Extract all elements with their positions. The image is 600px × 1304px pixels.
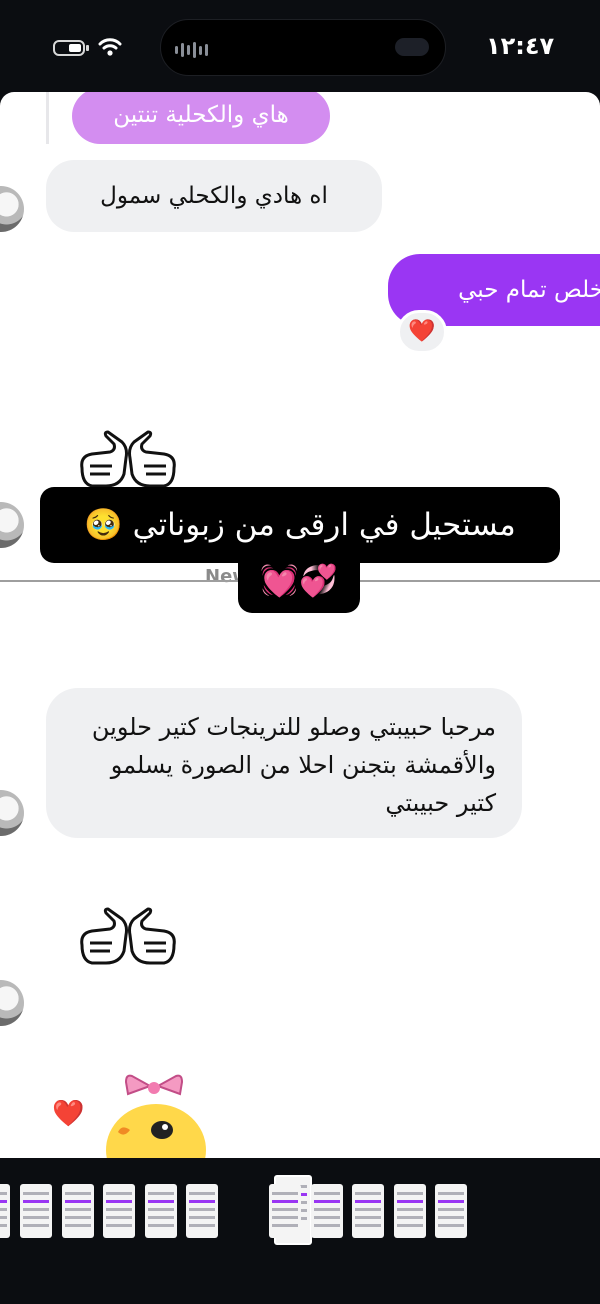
incoming-message[interactable]: اه هادي والكحلي سمول	[46, 160, 382, 232]
pointing-hands-sticker[interactable]	[76, 907, 180, 969]
duck-sticker[interactable]	[96, 1072, 206, 1158]
wifi-icon	[98, 38, 122, 56]
pointing-hands-sticker[interactable]	[76, 430, 180, 492]
screenshot-thumbnail[interactable]	[352, 1184, 384, 1238]
contact-avatar[interactable]	[0, 790, 24, 836]
screenshot-thumbnail[interactable]	[269, 1184, 301, 1238]
heart-reaction[interactable]: ❤️	[397, 310, 447, 354]
battery-icon	[53, 40, 85, 56]
incoming-message[interactable]: مرحبا حبيبتي وصلو للترينجات كتير حلوين و…	[46, 688, 522, 838]
screenshot-thumbnail[interactable]	[61, 1184, 94, 1238]
contact-avatar[interactable]	[0, 980, 24, 1026]
story-caption-emoji: 💞💓	[238, 549, 360, 613]
camera-indicator	[395, 38, 429, 56]
contact-avatar[interactable]	[0, 186, 24, 232]
audio-wave-icon	[175, 42, 208, 58]
screenshot-thumbnail[interactable]	[186, 1184, 218, 1238]
quoted-message[interactable]: هاي والكحلية تنتين	[72, 92, 330, 144]
status-bar: ١٢:٤٧	[0, 0, 600, 92]
screenshot-thumbnail[interactable]	[144, 1184, 177, 1238]
contact-avatar[interactable]	[0, 502, 24, 548]
quote-bar	[46, 92, 49, 144]
screenshot-thumbnail[interactable]	[435, 1184, 467, 1238]
status-time: ١٢:٤٧	[486, 32, 555, 60]
screenshot-thumbnail[interactable]	[393, 1184, 426, 1238]
battery-tip	[86, 45, 89, 51]
floating-heart: ❤️	[52, 1099, 85, 1129]
chat-screen[interactable]: هاي والكحلية تنتين اه هادي والكحلي سمول …	[0, 92, 600, 1158]
screenshot-thumbnail-strip[interactable]	[0, 1170, 600, 1250]
screenshot-thumbnail[interactable]	[103, 1184, 135, 1238]
dynamic-island	[160, 19, 446, 76]
screenshot-thumbnail[interactable]	[310, 1184, 343, 1238]
screenshot-thumbnail[interactable]	[0, 1184, 10, 1238]
screenshot-thumbnail[interactable]	[20, 1184, 52, 1238]
